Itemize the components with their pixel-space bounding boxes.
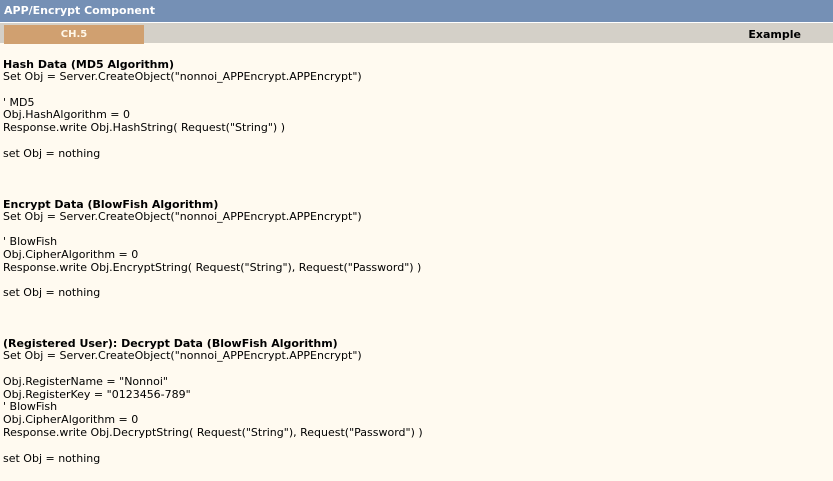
code-line: Obj.CipherAlgorithm = 0: [3, 247, 139, 261]
code-line: Obj.RegisterName = "Nonnoi": [3, 374, 168, 388]
tab-example[interactable]: Example: [748, 25, 801, 44]
window-title: APP/Encrypt Component: [4, 4, 155, 17]
code-line: Response.write Obj.DecryptString( Reques…: [3, 425, 423, 439]
tab-chapter[interactable]: CH.5: [4, 25, 144, 44]
code-examples: Hash Data (MD5 Algorithm) Set Obj = Serv…: [3, 45, 829, 465]
code-line: set Obj = nothing: [3, 286, 101, 300]
window-title-bar: APP/Encrypt Component: [0, 0, 833, 22]
section-hash-data: Hash Data (MD5 Algorithm) Set Obj = Serv…: [3, 59, 829, 161]
code-line: Set Obj = Server.CreateObject("nonnoi_AP…: [3, 70, 362, 83]
section-title: Encrypt Data (BlowFish Algorithm): [3, 197, 219, 211]
code-line: set Obj = nothing: [3, 146, 101, 160]
code-line: Set Obj = Server.CreateObject("nonnoi_AP…: [3, 209, 362, 223]
code-line: Response.write Obj.HashString( Request("…: [3, 121, 286, 135]
tab-bar: CH.5 Example: [0, 22, 833, 44]
code-line: Response.write Obj.EncryptString( Reques…: [3, 260, 422, 274]
section-encrypt-data: Encrypt Data (BlowFish Algorithm) Set Ob…: [3, 197, 829, 301]
code-line: Obj.RegisterKey = "0123456-789": [3, 387, 191, 401]
code-line: set Obj = nothing: [3, 451, 101, 465]
section-decrypt-data: (Registered User): Decrypt Data (BlowFis…: [3, 338, 829, 465]
code-line: Set Obj = Server.CreateObject("nonnoi_AP…: [3, 349, 362, 363]
